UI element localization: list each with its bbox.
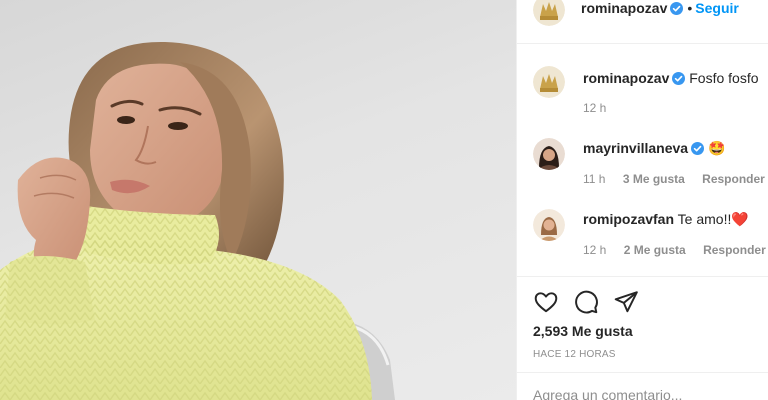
- header-line: rominapozav • Seguir: [581, 0, 739, 18]
- share-icon[interactable]: [613, 289, 639, 315]
- comment-username[interactable]: mayrinvillaneva: [583, 140, 688, 156]
- comment-body: romipozavfan Te amo!!❤️: [583, 211, 749, 228]
- caption-meta: 12 h: [583, 101, 620, 115]
- photo-illustration: [0, 41, 395, 400]
- heart-icon[interactable]: [533, 289, 559, 315]
- comment-text: 🤩: [707, 140, 726, 156]
- comment-meta: 12 h 2 Me gusta Responder: [583, 243, 768, 257]
- separator-dot: •: [687, 0, 693, 16]
- comment-text: Te amo!!❤️: [677, 211, 749, 227]
- reply-button[interactable]: Responder: [703, 243, 766, 257]
- comment-time[interactable]: 12 h: [583, 243, 606, 257]
- caption-body: rominapozav Fosfo fosfo: [583, 70, 759, 88]
- author-avatar[interactable]: [533, 0, 565, 26]
- comment-username[interactable]: romipozavfan: [583, 211, 674, 227]
- post-side-panel: rominapozav • Seguir rominapozav Fosfo fos…: [516, 0, 768, 400]
- comment-icon[interactable]: [573, 289, 599, 315]
- add-comment-bar: [517, 372, 768, 400]
- comment-time[interactable]: 11 h: [583, 172, 605, 186]
- comment-body: mayrinvillaneva 🤩: [583, 140, 725, 158]
- verified-badge-icon: [672, 72, 686, 88]
- verified-badge-icon: [670, 2, 684, 18]
- verified-badge-icon: [691, 142, 705, 158]
- comment-likes[interactable]: 3 Me gusta: [623, 172, 685, 186]
- caption-text: Fosfo fosfo: [689, 70, 759, 86]
- post-header: rominapozav • Seguir: [517, 0, 768, 44]
- post-timestamp[interactable]: HACE 12 HORAS: [533, 349, 616, 360]
- like-count[interactable]: 2,593 Me gusta: [533, 323, 633, 339]
- comment-input[interactable]: [533, 387, 753, 400]
- comment-meta: 11 h 3 Me gusta Responder: [583, 172, 768, 186]
- reply-button[interactable]: Responder: [702, 172, 765, 186]
- caption-time[interactable]: 12 h: [583, 101, 606, 115]
- caption-username[interactable]: rominapozav: [583, 70, 669, 86]
- commenter-avatar[interactable]: [533, 138, 565, 170]
- author-username[interactable]: rominapozav: [581, 0, 667, 16]
- comment-likes[interactable]: 2 Me gusta: [624, 243, 686, 257]
- commenter-avatar[interactable]: [533, 209, 565, 241]
- post-photo[interactable]: [0, 0, 516, 400]
- actions-section: 2,593 Me gusta HACE 12 HORAS: [517, 276, 768, 400]
- caption-avatar[interactable]: [533, 66, 565, 98]
- follow-button[interactable]: Seguir: [695, 0, 739, 16]
